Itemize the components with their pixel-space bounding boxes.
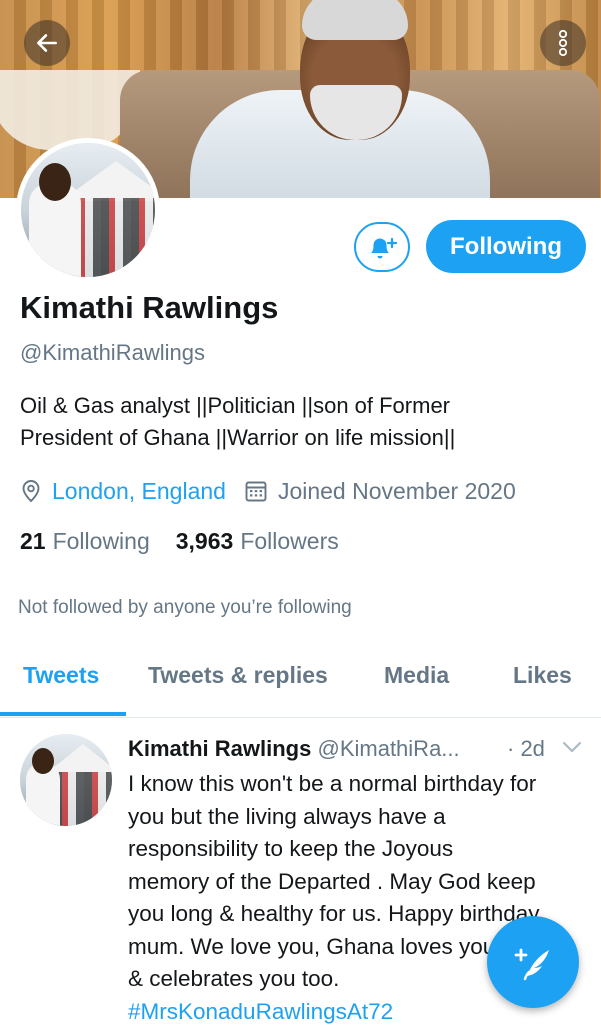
tweet-author-handle[interactable]: @KimathiRa...: [317, 736, 459, 761]
bell-plus-icon: [371, 237, 398, 259]
tab-likes[interactable]: Likes: [513, 662, 572, 689]
joined-date: Joined November 2020: [277, 477, 516, 504]
more-vertical-icon: [558, 29, 568, 57]
joined-item: Joined November 2020: [244, 478, 516, 505]
avatar-crowd: [54, 772, 112, 826]
following-count[interactable]: 21: [20, 528, 46, 555]
tweet-avatar[interactable]: [20, 734, 112, 826]
tweet-line: you but the living always have a: [128, 803, 446, 829]
not-followed-note: Not followed by anyone you’re following: [18, 597, 352, 618]
tweet-timestamp: · 2d: [507, 736, 545, 761]
avatar-person-head: [39, 163, 71, 201]
profile-handle: @KimathiRawlings: [20, 340, 205, 365]
avatar-person-head: [32, 748, 54, 774]
arrow-left-icon: [37, 34, 57, 52]
tab-media[interactable]: Media: [384, 662, 449, 689]
follow-stats: 21 Following 3,963 Followers: [20, 528, 365, 555]
followers-count[interactable]: 3,963: [176, 528, 234, 555]
tab-tweets[interactable]: Tweets: [23, 662, 99, 689]
following-label[interactable]: Following: [53, 528, 150, 555]
tweet-header: Kimathi Rawlings @KimathiRa...: [128, 736, 460, 762]
tweet-line: I know this won't be a normal birthday f…: [128, 771, 537, 796]
tweet-line: memory of the Departed . May God keep: [128, 868, 536, 894]
profile-name: Kimathi Rawlings: [20, 290, 279, 325]
location-pin-icon: [22, 480, 40, 503]
tweet-line: responsibility to keep the Joyous: [128, 836, 454, 861]
notifications-button[interactable]: [354, 222, 410, 272]
following-button[interactable]: Following: [426, 220, 586, 273]
location-text[interactable]: London, England: [52, 478, 226, 505]
active-tab-indicator: [0, 712, 126, 716]
location-item: London, England: [20, 478, 226, 505]
bio-line: Oil & Gas analyst ||Politician ||son of …: [20, 393, 451, 418]
more-options-button[interactable]: [540, 20, 586, 66]
tweet-author-name[interactable]: Kimathi Rawlings: [128, 736, 311, 761]
avatar-crowd: [71, 198, 155, 277]
bio-line: President of Ghana ||Warrior on life mis…: [20, 425, 456, 450]
profile-avatar[interactable]: [16, 138, 160, 282]
profile-tabs: Tweets Tweets & replies Media Likes: [0, 648, 601, 718]
profile-bio: Oil & Gas analyst ||Politician ||son of …: [20, 390, 580, 454]
back-button[interactable]: [24, 20, 70, 66]
tab-tweets-replies[interactable]: Tweets & replies: [148, 662, 328, 689]
calendar-icon: [245, 481, 267, 502]
compose-feather-icon: [514, 948, 549, 981]
chevron-down-icon[interactable]: [562, 740, 582, 754]
banner-person-hair: [302, 0, 408, 40]
followers-label[interactable]: Followers: [240, 528, 338, 555]
profile-meta: London, England Joined November 2020: [20, 474, 534, 508]
compose-tweet-button[interactable]: [487, 916, 579, 1008]
